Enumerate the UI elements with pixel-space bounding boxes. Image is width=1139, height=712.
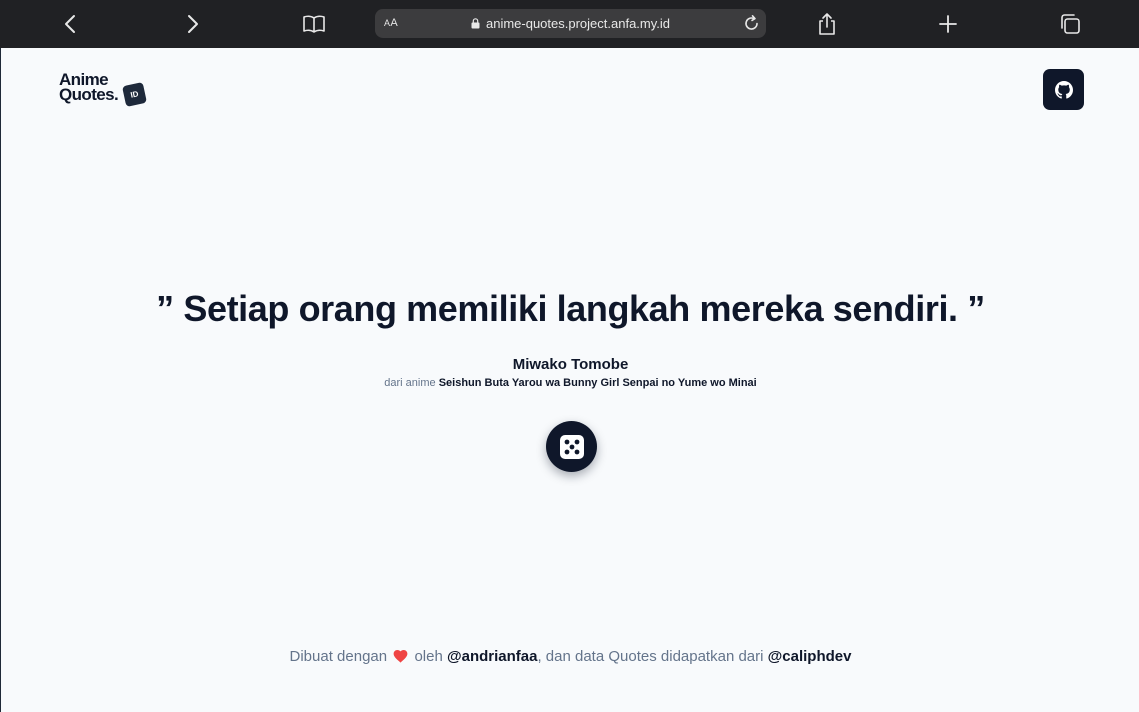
new-tab-button[interactable] [933,9,963,39]
share-button[interactable] [812,9,842,39]
logo-badge: ID [122,82,147,107]
bookmarks-button[interactable] [299,9,329,39]
github-button[interactable] [1043,69,1084,110]
share-icon [819,13,835,35]
anime-prefix: dari anime [384,377,436,389]
author-link[interactable]: @andrianfaa [447,648,537,665]
character-name: Miwako Tomobe [512,356,629,373]
made-with-text: Dibuat dengan [289,648,388,665]
tabs-overview-button[interactable] [1055,9,1085,39]
data-source-text: , dan data Quotes didapatkan dari [537,648,764,665]
random-quote-button[interactable] [546,421,597,472]
anime-title: Seishun Buta Yarou wa Bunny Girl Senpai … [438,377,757,389]
forward-button[interactable] [177,9,207,39]
url-text: anime-quotes.project.anfa.my.id [485,16,671,31]
web-page: Anime Quotes. ID ” Setiap orang memiliki… [0,48,1139,712]
address-bar[interactable]: AA anime-quotes.project.anfa.my.id [375,9,766,38]
footer-credits: Dibuat dengan oleh @andrianfaa, dan data… [1,648,1139,665]
tabs-overview-icon [1061,14,1080,34]
site-logo[interactable]: Anime Quotes. ID [59,71,149,108]
anime-source: dari anime Seishun Buta Yarou wa Bunny G… [1,377,1139,389]
bookmarks-book-icon [303,15,325,33]
dice-icon [559,434,584,459]
quote-text: ” Setiap orang memiliki langkah mereka s… [156,288,985,329]
reload-icon [745,15,758,30]
source-link[interactable]: @caliphdev [768,648,852,665]
back-arrow-icon [65,15,75,33]
forward-arrow-icon [188,15,198,33]
browser-toolbar: AA anime-quotes.project.anfa.my.id [0,0,1139,48]
url-display: anime-quotes.project.anfa.my.id [375,9,766,38]
by-text: oleh [414,648,443,665]
heart-icon [393,649,408,663]
reload-button[interactable] [742,14,761,33]
lock-icon [471,18,480,29]
back-button[interactable] [56,9,86,39]
new-tab-plus-icon [939,15,957,33]
github-icon [1054,80,1073,99]
